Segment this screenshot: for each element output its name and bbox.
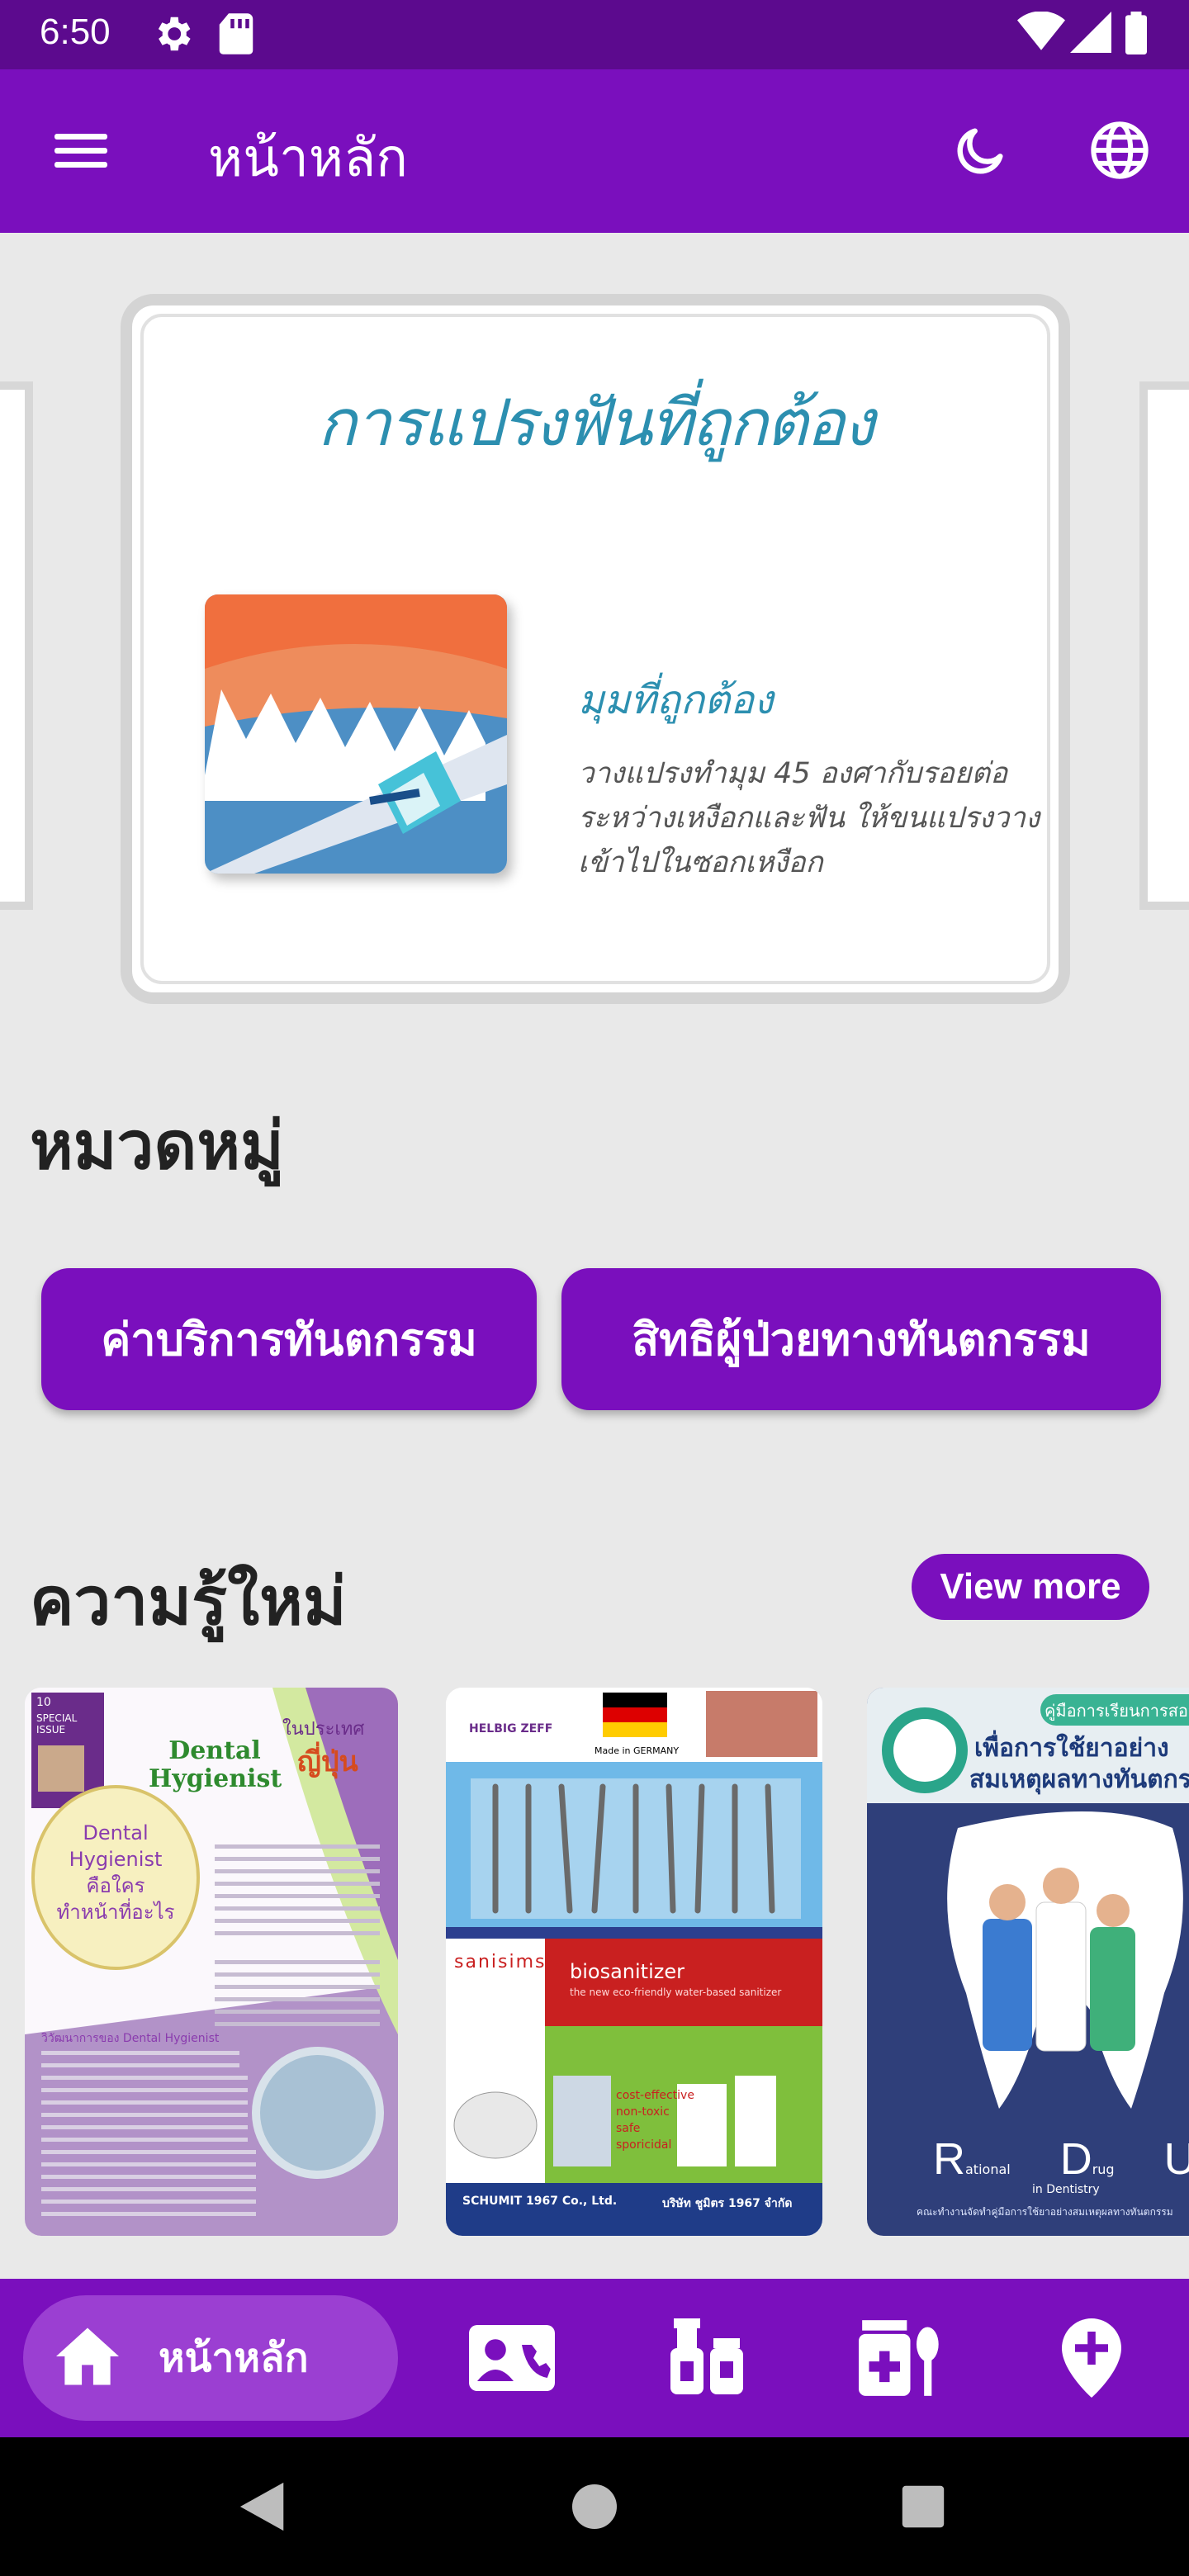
nav-home-tab[interactable]: หน้าหลัก [23,2295,398,2421]
card3-tag: คู่มือการเรียนการสอน [1045,1701,1189,1721]
status-bar: 6:50 [0,0,1189,69]
carousel-prev-slide[interactable] [0,381,33,910]
card3-subtitle: in Dentistry [1032,2183,1100,2196]
card3-word-drug: rug [1092,2162,1115,2177]
card3-word-rational: ational [965,2162,1011,2177]
card2-feature-1: cost-effective [616,2089,694,2102]
card2-feature-2: non-toxic [616,2105,670,2119]
card2-feature-4: sporicidal [616,2138,672,2152]
card1-circle-line1: Dental [83,1821,149,1844]
carousel-next-slide[interactable] [1139,381,1189,910]
bottom-navigation: หน้าหลัก [0,2279,1189,2437]
card3-rdu-title: RationalDrugUse [933,2133,1189,2185]
back-icon[interactable] [231,2474,297,2540]
signal-icon [1070,12,1111,56]
nav-home-label: หน้าหลัก [159,2335,309,2381]
card3-headline2: สมเหตุผลทางทันตกร [969,1765,1189,1794]
card1-circle-text: Dental Hygienist คือใคร ทำหน้าที่อะไร [33,1820,198,1925]
view-more-button[interactable]: View more [912,1554,1149,1620]
wifi-icon [1017,11,1065,56]
card1-section: วิวัฒนาการของ Dental Hygienist [41,2032,220,2045]
page-title: หน้าหลัก [208,128,409,189]
card1-title: Dental Hygienist [149,1736,282,1793]
card3-letter-r: R [933,2134,965,2184]
language-globe-icon[interactable] [1080,111,1159,190]
categories-title: หมวดหมู่ [30,1107,284,1184]
category-dental-fees-button[interactable]: ค่าบริการทันตกรรม [41,1268,537,1410]
card2-company-en: SCHUMIT 1967 Co., Ltd. [462,2195,618,2208]
card2-company-th: บริษัท ชูมิตร 1967 จำกัด [662,2197,793,2210]
card2-made-in: Made in GERMANY [594,1745,680,1756]
card1-issue: 10 [36,1696,51,1709]
dental-kit-icon[interactable] [850,2308,950,2408]
banner-headline: การแปรงฟันที่ถูกต้อง [317,386,875,461]
dark-mode-icon[interactable] [941,111,1021,190]
carousel-banner[interactable]: การแปรงฟันที่ถูกต้อง มุมที่ถูกต้อง วางแป… [121,294,1070,1004]
settings-icon [150,12,195,59]
medicine-icon[interactable] [657,2308,756,2408]
news-card-dental-hygienist[interactable]: 10 SPECIAL ISSUE Dental Hygienist ในประเ… [25,1688,398,2236]
card2-features: cost-effective non-toxic safe sporicidal [616,2087,694,2153]
card2-vertical-brand: sanisims [454,1952,547,1972]
toothbrush-illustration [205,594,507,874]
banner-body: วางแปรงทำมุม 45 องศากับรอยต่อระหว่างเหงื… [578,757,1040,879]
card1-circle-line2: Hygienist [69,1848,163,1871]
banner-subhead: มุมที่ถูกต้อง [578,677,774,723]
app-bar: หน้าหลัก [0,69,1189,233]
home-circle-icon[interactable] [561,2474,628,2540]
card2-brand: HELBIG ZEFF [469,1722,553,1735]
card2-feature-3: safe [616,2122,641,2135]
card1-country: ญี่ปุ่น [297,1745,358,1778]
news-title: ความรู้ใหม่ [30,1563,347,1640]
card2-product: biosanitizer [570,1960,685,1983]
card1-circle-line3: คือใคร [86,1874,145,1897]
card1-badge: SPECIAL ISSUE [36,1712,78,1735]
sd-card-icon [216,12,256,59]
home-icon [53,2325,122,2391]
main-content[interactable]: การแปรงฟันที่ถูกต้อง มุมที่ถูกต้อง วางแป… [0,233,1189,2279]
menu-icon[interactable] [41,111,121,190]
card3-footer: คณะทำงานจัดทำคู่มือการใช้ยาอย่างสมเหตุผล… [917,2206,1173,2218]
news-card-biosanitizer[interactable]: HELBIG ZEFF Made in GERMANY sanisims bio… [446,1688,822,2236]
contact-card-icon[interactable] [462,2308,561,2408]
card3-letter-u: U [1163,2134,1189,2184]
battery-icon [1125,12,1148,58]
status-time: 6:50 [40,12,111,52]
category-patient-rights-button[interactable]: สิทธิผู้ป่วยทางทันตกรรม [561,1268,1161,1410]
news-card-rdu[interactable]: คู่มือการเรียนการสอน เพื่อการใช้ยาอย่าง … [867,1688,1189,2236]
recents-icon[interactable] [890,2474,956,2540]
card3-letter-d: D [1059,2134,1092,2184]
system-navigation-bar [0,2437,1189,2576]
card2-product-sub: the new eco-friendly water-based sanitiz… [570,1986,782,1998]
location-pin-icon[interactable] [1042,2308,1141,2408]
card1-circle-line4: ทำหน้าที่อะไร [56,1901,175,1924]
